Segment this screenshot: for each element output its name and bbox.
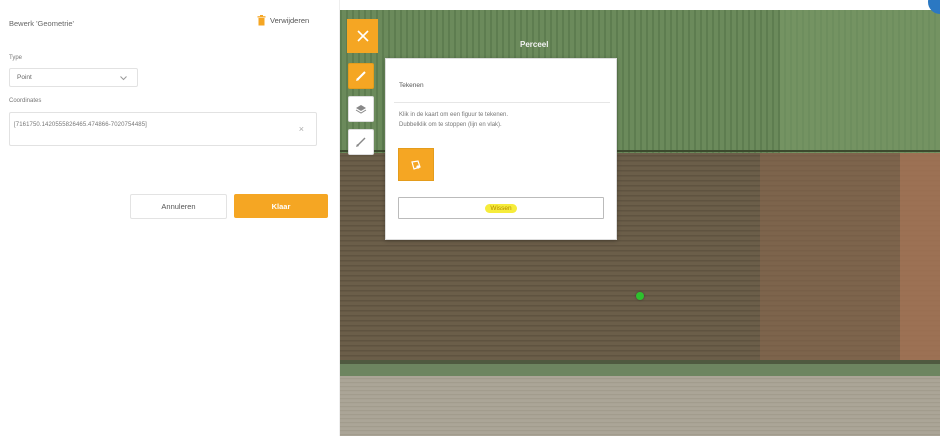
polygon-draw-button[interactable] (398, 148, 434, 181)
point-marker[interactable] (636, 292, 644, 300)
polygon-draw-icon (411, 159, 421, 170)
delete-label: Verwijderen (270, 16, 310, 25)
edit-icon (356, 137, 366, 147)
popup-help-line2: Dubbelklik om te stoppen (lijn en vlak). (399, 122, 502, 128)
edit-tool-button[interactable] (348, 129, 374, 155)
pencil-icon (356, 71, 366, 81)
coordinates-value: [7161750.1420555826465.474866-7020754485… (14, 122, 147, 128)
layers-icon (355, 105, 367, 114)
chevron-down-icon (120, 76, 127, 81)
draw-tool-button[interactable] (348, 63, 374, 89)
popup-help-line1: Klik in de kaart om een figuur te tekene… (399, 112, 509, 118)
clear-coordinates-icon[interactable]: × (299, 124, 304, 134)
type-select-value: Point (17, 74, 32, 81)
delete-button[interactable]: Verwijderen (257, 15, 309, 26)
popup-title: Tekenen (399, 82, 424, 89)
type-label: Type (9, 55, 23, 61)
type-select[interactable]: Point (9, 68, 138, 87)
done-button[interactable]: Klaar (234, 194, 328, 218)
clear-button[interactable]: Wissen (398, 197, 604, 219)
coordinates-label: Coordinates (9, 98, 42, 104)
draw-popup: Tekenen Klik in de kaart om een figuur t… (385, 58, 617, 240)
close-tool-button[interactable] (347, 19, 378, 53)
panel-title: Bewerk 'Geometrie' (9, 19, 74, 28)
map-feature-label: Perceel (520, 40, 549, 49)
popup-divider (394, 102, 610, 103)
cancel-button[interactable]: Annuleren (130, 194, 227, 219)
clear-label: Wissen (485, 203, 517, 213)
edit-geometry-panel: Bewerk 'Geometrie' Verwijderen Type Poin… (0, 0, 340, 436)
layers-tool-button[interactable] (348, 96, 374, 122)
close-icon (356, 30, 369, 42)
map-view[interactable]: Perceel Tekenen Klik in de kaart om een … (340, 10, 940, 436)
trash-icon (257, 15, 266, 26)
coordinates-input[interactable]: [7161750.1420555826465.474866-7020754485… (9, 112, 317, 146)
